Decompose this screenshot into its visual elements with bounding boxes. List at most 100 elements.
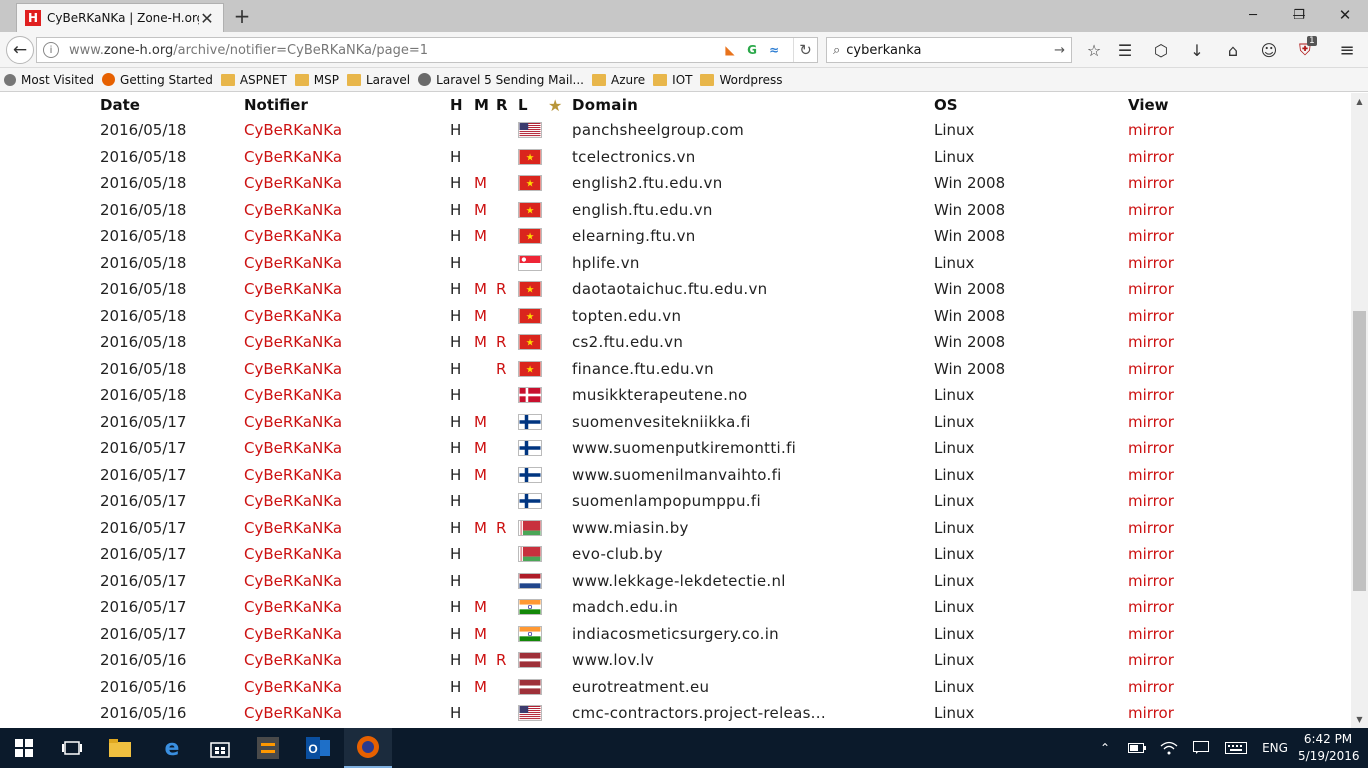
cell-notifier-link[interactable]: CyBeRKaNKa [244, 250, 450, 277]
cell-mirror-link[interactable]: mirror [1128, 197, 1208, 224]
search-go-icon[interactable]: → [1054, 43, 1065, 58]
back-button[interactable]: ← [6, 36, 34, 64]
outlook-button[interactable]: O [294, 728, 342, 768]
cell-notifier-link[interactable]: CyBeRKaNKa [244, 568, 450, 595]
tab-close-icon[interactable]: ✕ [199, 9, 215, 28]
reload-icon[interactable]: ↻ [793, 38, 817, 62]
bookmark-laravel-mail[interactable]: Laravel 5 Sending Mail... [418, 73, 584, 87]
cell-mirror-link[interactable]: mirror [1128, 700, 1208, 727]
search-bar[interactable]: ⌕ cyberkanka → [826, 37, 1072, 63]
cell-notifier-link[interactable]: CyBeRKaNKa [244, 382, 450, 409]
header-notifier[interactable]: Notifier [244, 93, 450, 117]
cell-notifier-link[interactable]: CyBeRKaNKa [244, 488, 450, 515]
cell-mirror-link[interactable]: mirror [1128, 329, 1208, 356]
scroll-down-arrow-icon[interactable]: ▼ [1351, 711, 1368, 728]
header-domain[interactable]: Domain [572, 93, 934, 117]
bookmark-wordpress[interactable]: Wordpress [700, 73, 783, 87]
scrollbar-thumb[interactable] [1353, 311, 1366, 591]
window-close-button[interactable]: ✕ [1322, 0, 1368, 30]
cell-mirror-link[interactable]: mirror [1128, 462, 1208, 489]
taskbar-clock[interactable]: 6:42 PM 5/19/2016 [1298, 731, 1360, 765]
wifi-icon[interactable] [1158, 728, 1180, 768]
cell-notifier-link[interactable]: CyBeRKaNKa [244, 594, 450, 621]
cell-mirror-link[interactable]: mirror [1128, 647, 1208, 674]
cell-mirror-link[interactable]: mirror [1128, 356, 1208, 383]
hello-icon[interactable]: ☺ [1257, 38, 1281, 62]
cell-notifier-link[interactable]: CyBeRKaNKa [244, 621, 450, 648]
window-restore-button[interactable]: ❐ [1276, 0, 1322, 30]
window-minimize-button[interactable]: ─ [1230, 0, 1276, 30]
notifications-icon[interactable] [1190, 728, 1212, 768]
cell-mirror-link[interactable]: mirror [1128, 223, 1208, 250]
cell-notifier-link[interactable]: CyBeRKaNKa [244, 409, 450, 436]
cell-notifier-link[interactable]: CyBeRKaNKa [244, 276, 450, 303]
address-bar[interactable]: i www.zone-h.org/archive/notifier=CyBeRK… [36, 37, 818, 63]
cell-notifier-link[interactable]: CyBeRKaNKa [244, 223, 450, 250]
chart-extension-icon[interactable]: ◣ [721, 41, 739, 59]
cell-mirror-link[interactable]: mirror [1128, 541, 1208, 568]
grammarly-extension-icon[interactable]: G [743, 41, 761, 59]
cell-notifier-link[interactable]: CyBeRKaNKa [244, 435, 450, 462]
task-view-button[interactable] [48, 728, 96, 768]
cell-mirror-link[interactable]: mirror [1128, 568, 1208, 595]
bookmark-most-visited[interactable]: Most Visited [4, 73, 94, 87]
pocket-icon[interactable]: ⬡ [1149, 38, 1173, 62]
cell-mirror-link[interactable]: mirror [1128, 144, 1208, 171]
cell-notifier-link[interactable]: CyBeRKaNKa [244, 197, 450, 224]
cell-notifier-link[interactable]: CyBeRKaNKa [244, 303, 450, 330]
menu-hamburger-icon[interactable]: ≡ [1335, 38, 1359, 62]
cell-mirror-link[interactable]: mirror [1128, 250, 1208, 277]
bookmark-star-icon[interactable]: ☆ [1082, 38, 1106, 62]
new-tab-button[interactable]: + [230, 4, 254, 28]
cell-notifier-link[interactable]: CyBeRKaNKa [244, 541, 450, 568]
language-indicator[interactable]: ENG [1258, 728, 1292, 768]
wave-extension-icon[interactable]: ≈ [765, 41, 783, 59]
bookmark-aspnet[interactable]: ASPNET [220, 73, 287, 87]
cell-notifier-link[interactable]: CyBeRKaNKa [244, 329, 450, 356]
header-os[interactable]: OS [934, 93, 1128, 117]
cell-mirror-link[interactable]: mirror [1128, 409, 1208, 436]
cell-mirror-link[interactable]: mirror [1128, 170, 1208, 197]
home-icon[interactable]: ⌂ [1221, 38, 1245, 62]
cell-mirror-link[interactable]: mirror [1128, 303, 1208, 330]
cell-notifier-link[interactable]: CyBeRKaNKa [244, 144, 450, 171]
cell-mirror-link[interactable]: mirror [1128, 276, 1208, 303]
battery-icon[interactable] [1126, 728, 1148, 768]
cell-mirror-link[interactable]: mirror [1128, 621, 1208, 648]
bookmark-iot[interactable]: IOT [653, 73, 692, 87]
bookmark-msp[interactable]: MSP [294, 73, 339, 87]
browser-tab-active[interactable]: H CyBeRKaNKa | Zone-H.org ✕ [16, 3, 224, 32]
cell-notifier-link[interactable]: CyBeRKaNKa [244, 674, 450, 701]
cell-notifier-link[interactable]: CyBeRKaNKa [244, 462, 450, 489]
cell-notifier-link[interactable]: CyBeRKaNKa [244, 515, 450, 542]
site-info-icon[interactable]: i [43, 42, 59, 58]
file-explorer-button[interactable] [96, 728, 144, 768]
url-text[interactable]: www.zone-h.org/archive/notifier=CyBeRKaN… [69, 43, 721, 58]
cell-notifier-link[interactable]: CyBeRKaNKa [244, 356, 450, 383]
cell-notifier-link[interactable]: CyBeRKaNKa [244, 117, 450, 144]
cell-notifier-link[interactable]: CyBeRKaNKa [244, 170, 450, 197]
vertical-scrollbar[interactable]: ▲ ▼ [1351, 93, 1368, 728]
cell-mirror-link[interactable]: mirror [1128, 435, 1208, 462]
sublime-text-button[interactable] [244, 728, 292, 768]
cell-notifier-link[interactable]: CyBeRKaNKa [244, 647, 450, 674]
reading-list-icon[interactable]: ☰ [1113, 38, 1137, 62]
ublock-icon[interactable]: ⛨ 1 [1293, 36, 1317, 62]
cell-mirror-link[interactable]: mirror [1128, 674, 1208, 701]
cell-mirror-link[interactable]: mirror [1128, 488, 1208, 515]
header-date[interactable]: Date [100, 93, 244, 117]
cell-notifier-link[interactable]: CyBeRKaNKa [244, 700, 450, 727]
store-button[interactable] [196, 728, 244, 768]
cell-mirror-link[interactable]: mirror [1128, 594, 1208, 621]
scroll-up-arrow-icon[interactable]: ▲ [1351, 93, 1368, 110]
firefox-taskbar-button[interactable] [344, 728, 392, 768]
bookmark-azure[interactable]: Azure [591, 73, 645, 87]
bookmark-laravel[interactable]: Laravel [347, 73, 410, 87]
start-button[interactable] [0, 728, 48, 768]
edge-button[interactable]: e [148, 728, 196, 768]
cell-mirror-link[interactable]: mirror [1128, 515, 1208, 542]
cell-mirror-link[interactable]: mirror [1128, 382, 1208, 409]
tray-chevron-up-icon[interactable]: ⌃ [1094, 728, 1116, 768]
bookmark-getting-started[interactable]: Getting Started [102, 73, 213, 87]
cell-mirror-link[interactable]: mirror [1128, 117, 1208, 144]
